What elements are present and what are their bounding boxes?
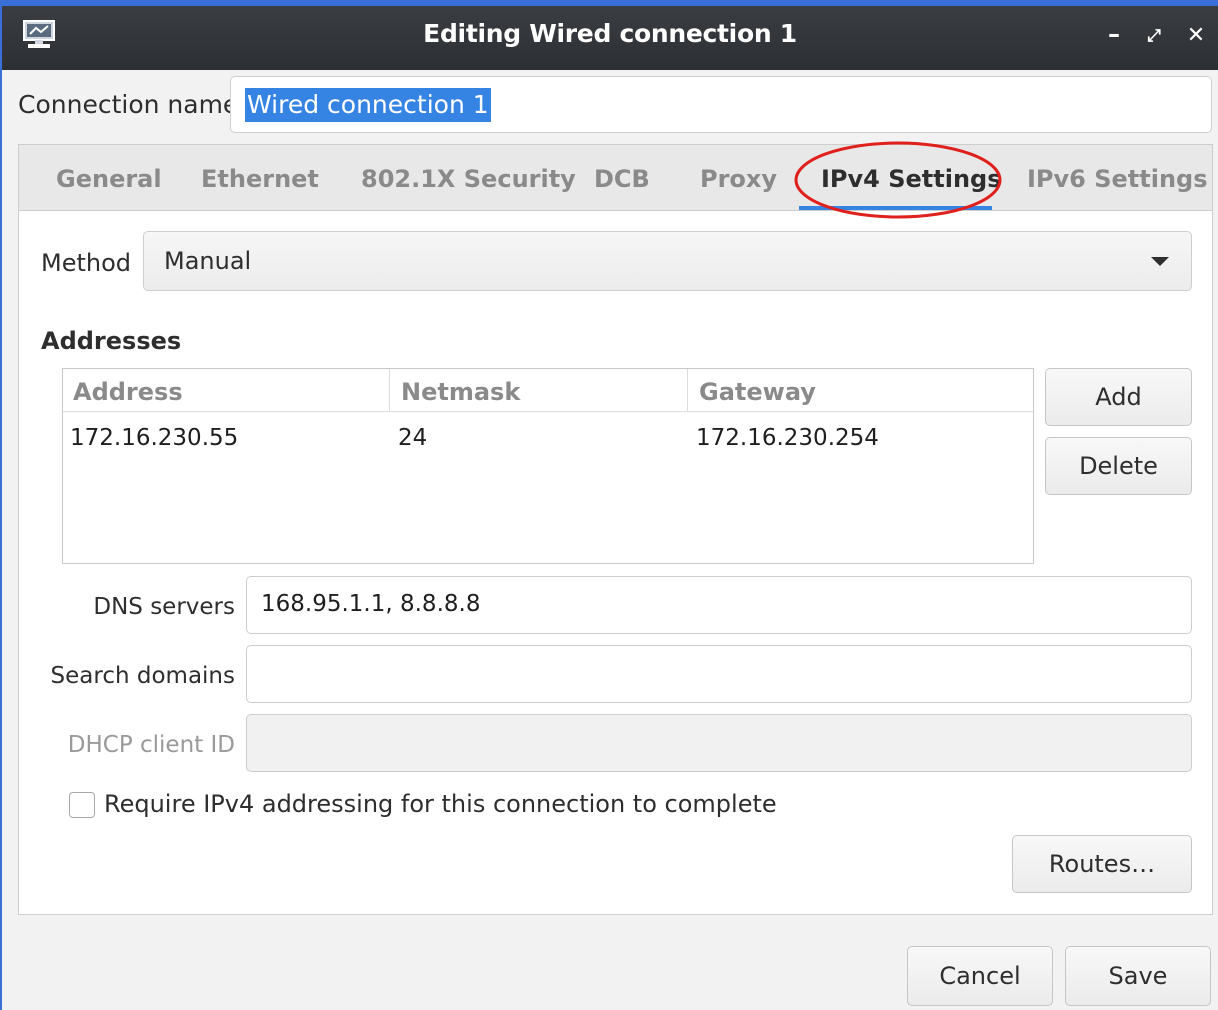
dns-servers-label: DNS servers [93, 594, 235, 620]
method-dropdown[interactable]: Manual [143, 231, 1192, 291]
tab-ethernet[interactable]: Ethernet [201, 165, 319, 193]
routes-button[interactable]: Routes… [1012, 835, 1192, 893]
column-divider [687, 369, 688, 411]
editor-window: Editing Wired connection 1 – ⤢ ✕ Connect… [0, 0, 1218, 1010]
delete-button[interactable]: Delete [1045, 437, 1192, 495]
settings-notebook: General Ethernet 802.1X Security DCB Pro… [18, 141, 1213, 915]
tab-8021x-security[interactable]: 802.1X Security [361, 165, 576, 193]
dns-servers-input[interactable]: 168.95.1.1, 8.8.8.8 [246, 576, 1192, 634]
search-domains-input[interactable] [246, 645, 1192, 703]
close-icon[interactable]: ✕ [1182, 22, 1210, 50]
connection-name-input[interactable]: Wired connection 1 [230, 76, 1212, 133]
add-button[interactable]: Add [1045, 368, 1192, 426]
active-tab-indicator [799, 206, 992, 210]
method-label: Method [41, 249, 132, 277]
cell-address[interactable]: 172.16.230.55 [70, 425, 238, 451]
column-header-address[interactable]: Address [73, 378, 183, 406]
tab-dcb[interactable]: DCB [594, 165, 650, 193]
dns-servers-value: 168.95.1.1, 8.8.8.8 [261, 591, 481, 617]
require-ipv4-label[interactable]: Require IPv4 addressing for this connect… [104, 790, 777, 818]
addresses-heading: Addresses [41, 327, 182, 355]
connection-name-label: Connection name [18, 90, 239, 119]
window-title: Editing Wired connection 1 [423, 19, 797, 48]
connection-name-selected-text: Wired connection 1 [245, 88, 491, 122]
minimize-icon[interactable]: – [1100, 22, 1128, 50]
maximize-icon[interactable]: ⤢ [1140, 22, 1168, 50]
title-bar[interactable]: Editing Wired connection 1 – ⤢ ✕ [2, 0, 1218, 70]
dhcp-client-id-input [246, 714, 1192, 772]
column-header-netmask[interactable]: Netmask [401, 378, 520, 406]
column-header-gateway[interactable]: Gateway [699, 378, 816, 406]
tab-proxy[interactable]: Proxy [700, 165, 777, 193]
cell-gateway[interactable]: 172.16.230.254 [696, 425, 879, 451]
search-domains-label: Search domains [50, 663, 235, 689]
tab-ipv6-settings[interactable]: IPv6 Settings [1027, 165, 1208, 193]
addresses-table[interactable]: Address Netmask Gateway 172.16.230.55 24… [62, 368, 1034, 564]
chevron-down-icon [1151, 257, 1169, 266]
addresses-table-header: Address Netmask Gateway [63, 369, 1033, 412]
column-divider [389, 369, 390, 411]
require-ipv4-checkbox[interactable] [69, 792, 95, 818]
tab-bar: General Ethernet 802.1X Security DCB Pro… [19, 141, 1212, 219]
method-value: Manual [164, 247, 252, 275]
dhcp-client-id-label: DHCP client ID [67, 732, 235, 758]
cancel-button[interactable]: Cancel [907, 946, 1053, 1006]
cell-netmask[interactable]: 24 [398, 425, 427, 451]
tab-ipv4-settings[interactable]: IPv4 Settings [821, 165, 1002, 193]
save-button[interactable]: Save [1065, 946, 1211, 1006]
tab-general[interactable]: General [56, 165, 162, 193]
